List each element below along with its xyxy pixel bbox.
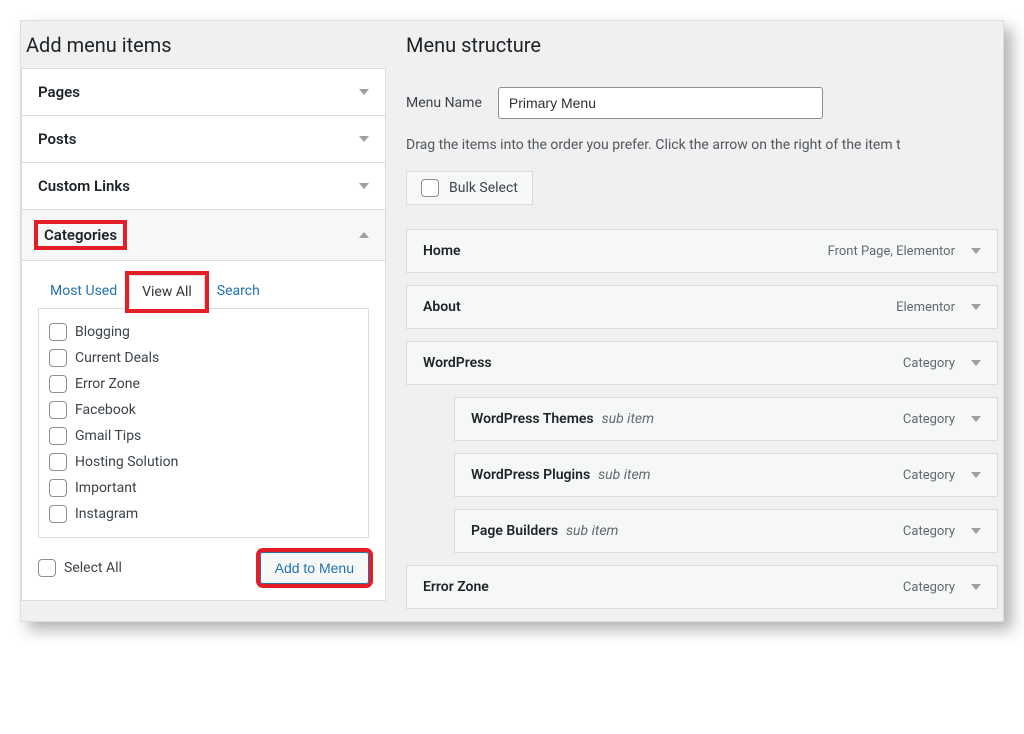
- menu-item-title: WordPress Plugins: [471, 467, 590, 483]
- drag-instruction: Drag the items into the order you prefer…: [401, 137, 1003, 171]
- categories-content: Most Used View All Search Blogging Curre…: [22, 275, 385, 600]
- chevron-down-icon[interactable]: [971, 248, 981, 254]
- menu-item-type: Category: [903, 524, 955, 539]
- menu-name-input[interactable]: [498, 87, 823, 119]
- category-footer: Select All Add to Menu: [38, 538, 369, 584]
- category-label: Facebook: [75, 402, 136, 418]
- menu-item-title: Page Builders: [471, 523, 558, 539]
- menu-item-wordpress[interactable]: WordPress Category: [406, 341, 998, 385]
- accordion-label: Posts: [38, 130, 76, 148]
- checkbox[interactable]: [49, 323, 67, 341]
- chevron-down-icon: [359, 89, 369, 95]
- accordion-posts[interactable]: Posts: [21, 115, 386, 163]
- category-label: Error Zone: [75, 376, 140, 392]
- chevron-down-icon[interactable]: [971, 528, 981, 534]
- sub-item-label: sub item: [566, 523, 618, 539]
- menu-editor-container: Add menu items Pages Posts Custom Links …: [20, 20, 1004, 622]
- checkbox[interactable]: [49, 505, 67, 523]
- add-menu-items-title: Add menu items: [21, 21, 386, 69]
- checkbox[interactable]: [421, 179, 439, 197]
- chevron-down-icon: [359, 136, 369, 142]
- menu-item-title: WordPress Themes: [471, 411, 594, 427]
- menu-item-wordpress-themes[interactable]: WordPress Themes sub item Category: [454, 397, 998, 441]
- category-item[interactable]: Error Zone: [49, 371, 358, 397]
- category-label: Hosting Solution: [75, 454, 178, 470]
- menu-name-row: Menu Name: [401, 69, 1003, 137]
- menu-item-title: Error Zone: [423, 579, 489, 595]
- chevron-down-icon[interactable]: [971, 304, 981, 310]
- chevron-down-icon[interactable]: [971, 360, 981, 366]
- select-all[interactable]: Select All: [38, 559, 122, 577]
- menu-item-title: About: [423, 299, 461, 315]
- chevron-down-icon: [359, 183, 369, 189]
- menu-item-error-zone[interactable]: Error Zone Category: [406, 565, 998, 609]
- chevron-down-icon[interactable]: [971, 584, 981, 590]
- accordion-categories[interactable]: Categories Most Used View All Search Blo…: [21, 209, 386, 601]
- sub-item-label: sub item: [602, 411, 654, 427]
- menu-item-title: Home: [423, 243, 461, 259]
- tab-view-all[interactable]: View All: [129, 275, 205, 309]
- checkbox[interactable]: [38, 559, 56, 577]
- chevron-down-icon[interactable]: [971, 472, 981, 478]
- category-item[interactable]: Facebook: [49, 397, 358, 423]
- menu-items-list: Home Front Page, Elementor About Element…: [401, 229, 1003, 609]
- checkbox[interactable]: [49, 401, 67, 419]
- accordion-custom-links[interactable]: Custom Links: [21, 162, 386, 210]
- add-menu-items-panel: Add menu items Pages Posts Custom Links …: [21, 21, 386, 621]
- accordion-label: Custom Links: [38, 177, 130, 195]
- category-label: Instagram: [75, 506, 138, 522]
- menu-item-home[interactable]: Home Front Page, Elementor: [406, 229, 998, 273]
- category-item[interactable]: Gmail Tips: [49, 423, 358, 449]
- category-label: Important: [75, 480, 137, 496]
- menu-item-type: Front Page, Elementor: [828, 244, 955, 259]
- category-item[interactable]: Current Deals: [49, 345, 358, 371]
- menu-item-about[interactable]: About Elementor: [406, 285, 998, 329]
- tab-most-used[interactable]: Most Used: [38, 275, 129, 309]
- category-item[interactable]: Hosting Solution: [49, 449, 358, 475]
- accordion-label: Pages: [38, 83, 80, 101]
- tab-search[interactable]: Search: [205, 275, 272, 309]
- chevron-up-icon: [359, 232, 369, 238]
- checkbox[interactable]: [49, 479, 67, 497]
- menu-item-page-builders[interactable]: Page Builders sub item Category: [454, 509, 998, 553]
- sub-item-label: sub item: [598, 467, 650, 483]
- menu-item-type: Category: [903, 468, 955, 483]
- checkbox[interactable]: [49, 375, 67, 393]
- accordion-pages[interactable]: Pages: [21, 68, 386, 116]
- category-tabs: Most Used View All Search: [38, 275, 369, 309]
- category-item[interactable]: Important: [49, 475, 358, 501]
- menu-item-title: WordPress: [423, 355, 492, 371]
- checkbox[interactable]: [49, 349, 67, 367]
- menu-item-type: Category: [903, 412, 955, 427]
- menu-item-type: Category: [903, 580, 955, 595]
- menu-structure-panel: Menu structure Menu Name Drag the items …: [401, 21, 1003, 621]
- menu-name-label: Menu Name: [406, 95, 482, 111]
- add-to-menu-button[interactable]: Add to Menu: [260, 552, 369, 584]
- category-list[interactable]: Blogging Current Deals Error Zone Facebo…: [38, 308, 369, 538]
- category-item[interactable]: Blogging: [49, 319, 358, 345]
- menu-structure-title: Menu structure: [401, 21, 1003, 69]
- bulk-select-label: Bulk Select: [449, 180, 518, 196]
- checkbox[interactable]: [49, 427, 67, 445]
- category-label: Current Deals: [75, 350, 159, 366]
- menu-item-type: Elementor: [896, 300, 955, 315]
- menu-item-type: Category: [903, 356, 955, 371]
- category-label: Blogging: [75, 324, 130, 340]
- category-label: Gmail Tips: [75, 428, 141, 444]
- category-item[interactable]: Instagram: [49, 501, 358, 527]
- chevron-down-icon[interactable]: [971, 416, 981, 422]
- checkbox[interactable]: [49, 453, 67, 471]
- select-all-label: Select All: [64, 560, 122, 576]
- menu-item-wordpress-plugins[interactable]: WordPress Plugins sub item Category: [454, 453, 998, 497]
- bulk-select[interactable]: Bulk Select: [406, 171, 533, 205]
- accordion-label: Categories: [38, 224, 123, 246]
